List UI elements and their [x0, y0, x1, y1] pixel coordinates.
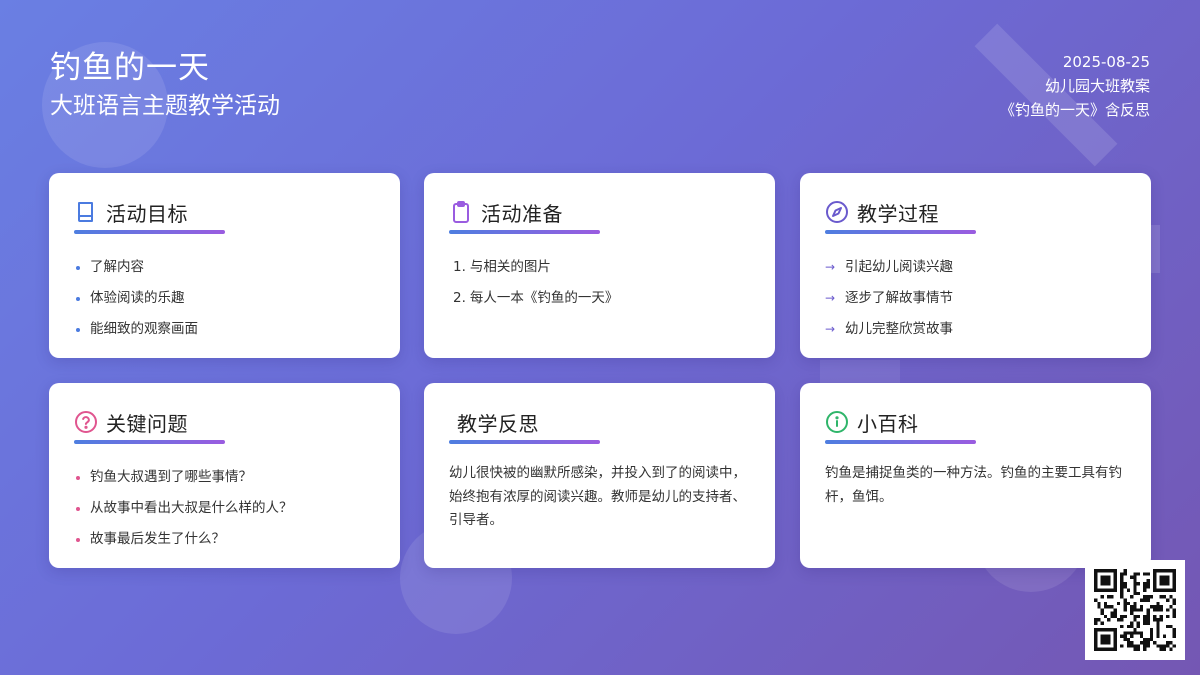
questions-list: 钓鱼大叔遇到了哪些事情？ 从故事中看出大叔是什么样的人？ 故事最后发生了什么？ — [74, 462, 375, 555]
list-item: 1. 与相关的图片 — [449, 252, 750, 283]
card-reflection: 教学反思 幼儿很快被的幽默所感染，并投入到了的阅读中，始终抱有浓厚的阅读兴趣。教… — [424, 383, 775, 568]
card-goals: 活动目标 了解内容 体验阅读的乐趣 能细致的观察画面 — [49, 173, 400, 358]
arrow-right-icon: → — [825, 260, 836, 274]
bullet-dot — [76, 506, 80, 511]
list-item-text: 体验阅读的乐趣 — [90, 290, 185, 306]
list-item: 了解内容 — [74, 252, 375, 283]
plan-type-label: 幼儿园大班教案 — [1044, 77, 1150, 95]
card-title: 小百科 — [857, 411, 919, 436]
title-underline — [74, 440, 225, 444]
bullet-dot — [76, 296, 80, 301]
page-subtitle: 大班语言主题教学活动 — [50, 93, 280, 119]
bullet-dot — [76, 327, 80, 332]
list-item: → 引起幼儿阅读兴趣 — [825, 252, 1126, 283]
title-underline — [74, 230, 225, 234]
question-circle-icon — [74, 410, 98, 434]
plan-name-label: 《钓鱼的一天》含反思 — [999, 101, 1150, 119]
list-number: 2. — [453, 290, 466, 306]
page-title: 钓鱼的一天 — [50, 50, 210, 86]
goals-list: 了解内容 体验阅读的乐趣 能细致的观察画面 — [74, 252, 375, 345]
list-item: 故事最后发生了什么？ — [74, 524, 375, 555]
arrow-right-icon: → — [825, 291, 836, 305]
list-item: 能细致的观察画面 — [74, 314, 375, 345]
card-title: 关键问题 — [106, 411, 188, 436]
list-item-text: 引起幼儿阅读兴趣 — [845, 259, 953, 275]
prep-list: 1. 与相关的图片 2. 每人一本《钓鱼的一天》 — [449, 252, 750, 314]
list-item-text: 能细致的观察画面 — [90, 321, 198, 337]
qr-code[interactable] — [1085, 560, 1185, 660]
list-item-text: 从故事中看出大叔是什么样的人？ — [90, 500, 293, 516]
clipboard-icon — [449, 200, 473, 224]
card-key-questions: 关键问题 钓鱼大叔遇到了哪些事情？ 从故事中看出大叔是什么样的人？ 故事最后发生… — [49, 383, 400, 568]
card-encyclopedia: 小百科 钓鱼是捕捉鱼类的一种方法。钓鱼的主要工具有钓杆，鱼饵。 — [800, 383, 1151, 568]
header-left: 钓鱼的一天 大班语言主题教学活动 — [50, 48, 280, 122]
book-icon — [74, 200, 98, 224]
card-process: 教学过程 → 引起幼儿阅读兴趣 → 逐步了解故事情节 → 幼儿完整欣赏故事 — [800, 173, 1151, 358]
info-circle-icon — [825, 410, 849, 434]
list-item: 钓鱼大叔遇到了哪些事情？ — [74, 462, 375, 493]
list-item: 体验阅读的乐趣 — [74, 283, 375, 314]
encyclopedia-text: 钓鱼是捕捉鱼类的一种方法。钓鱼的主要工具有钓杆，鱼饵。 — [825, 465, 1122, 505]
compass-icon — [825, 200, 849, 224]
card-preparation: 活动准备 1. 与相关的图片 2. 每人一本《钓鱼的一天》 — [424, 173, 775, 358]
card-title: 教学过程 — [857, 201, 939, 226]
title-underline — [449, 440, 600, 444]
list-number: 1. — [453, 259, 466, 275]
arrow-right-icon: → — [825, 322, 836, 336]
list-item: 2. 每人一本《钓鱼的一天》 — [449, 283, 750, 314]
list-item-text: 故事最后发生了什么？ — [90, 531, 225, 547]
decorative-rect — [1150, 225, 1160, 273]
bullet-dot — [76, 265, 80, 270]
title-underline — [825, 440, 976, 444]
list-item-text: 了解内容 — [90, 259, 144, 275]
qr-code-image — [1094, 569, 1176, 651]
list-item: 从故事中看出大叔是什么样的人？ — [74, 493, 375, 524]
card-title: 活动准备 — [481, 201, 563, 226]
list-item-text: 幼儿完整欣赏故事 — [845, 321, 953, 337]
card-title: 活动目标 — [106, 201, 188, 226]
reflection-text: 幼儿很快被的幽默所感染，并投入到了的阅读中，始终抱有浓厚的阅读兴趣。教师是幼儿的… — [449, 465, 746, 528]
list-item-text: 逐步了解故事情节 — [845, 290, 953, 306]
title-underline — [825, 230, 976, 234]
list-item: → 幼儿完整欣赏故事 — [825, 314, 1126, 345]
date-label: 2025-08-25 — [1062, 53, 1150, 71]
header-meta: 2025-08-25 幼儿园大班教案 《钓鱼的一天》含反思 — [1000, 50, 1150, 122]
list-item-text: 与相关的图片 — [469, 259, 551, 275]
list-item-text: 钓鱼大叔遇到了哪些事情？ — [90, 469, 252, 485]
list-item-text: 每人一本《钓鱼的一天》 — [469, 290, 619, 306]
card-title: 教学反思 — [457, 411, 539, 436]
bullet-dot — [76, 537, 80, 542]
list-item: → 逐步了解故事情节 — [825, 283, 1126, 314]
bullet-dot — [76, 475, 80, 480]
process-list: → 引起幼儿阅读兴趣 → 逐步了解故事情节 → 幼儿完整欣赏故事 — [825, 252, 1126, 345]
title-underline — [449, 230, 600, 234]
